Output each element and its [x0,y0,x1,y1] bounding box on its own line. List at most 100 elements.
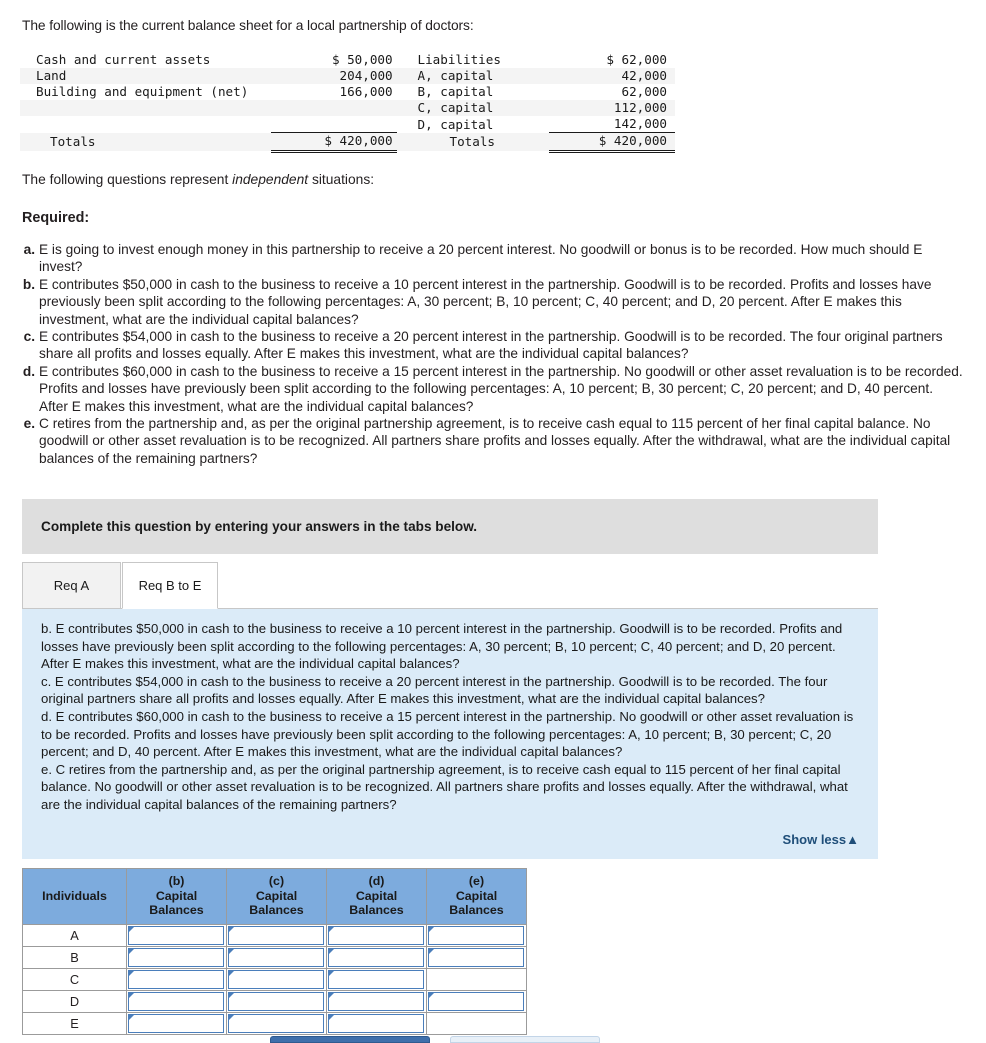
answer-input-c-b[interactable] [128,969,224,989]
required-item: a. E is going to invest enough money in … [22,241,964,276]
balance-sheet-row: Building and equipment (net) 166,000 B, … [20,84,675,100]
answer-cell-a-c[interactable] [226,923,327,947]
required-item-text: E contributes $54,000 in cash to the bus… [39,329,943,362]
bs-right-amount: 62,000 [621,84,668,100]
answer-cell-c-d[interactable] [326,967,427,991]
answer-cell-e-d[interactable] [326,1011,427,1035]
bs-left-label [20,100,271,116]
answer-input-d-b[interactable] [128,991,224,1011]
answer-cell-d-e[interactable] [426,989,527,1013]
table-row: C [22,967,527,991]
answer-cell-b-c[interactable] [226,945,327,969]
answer-cell-d-c[interactable] [226,989,327,1013]
answer-col-header-d-bot: Balances [349,903,404,918]
answer-cell-d-d[interactable] [326,989,427,1013]
bs-gap [397,133,408,151]
answer-cell-a-e[interactable] [426,923,527,947]
answer-cell-e-c[interactable] [226,1011,327,1035]
tab-req-a[interactable]: Req A [22,562,121,609]
answer-col-header-e-mid: Capital [455,888,498,903]
balance-sheet-row: D, capital 142,000 [20,116,675,133]
answer-input-d-c[interactable] [228,991,324,1011]
bs-left-label: Cash and current assets [36,52,211,67]
bs-right-amount: $ 62,000 [606,52,667,67]
answer-row-label-c: C [22,967,127,991]
answer-input-a-e[interactable] [428,925,524,945]
answer-col-header-c: (c) Capital Balances [226,868,327,925]
bs-total-left-label: Totals [50,133,96,149]
tab-bar: Req A Req B to E [22,562,878,609]
answer-input-b-d[interactable] [328,947,424,967]
answer-row-label-a: A [22,923,127,947]
answer-col-header-c-bot: Balances [249,903,304,918]
questions-lead: The following questions represent indepe… [22,172,374,187]
answer-input-c-c[interactable] [228,969,324,989]
answer-cell-b-e[interactable] [426,945,527,969]
required-item-text: E contributes $50,000 in cash to the bus… [39,276,932,327]
answer-cell-e-e-blank [426,1011,527,1035]
question-panel-paragraph-b: b. E contributes $50,000 in cash to the … [41,621,843,672]
answer-input-a-b[interactable] [128,925,224,945]
answer-col-header-e: (e) Capital Balances [426,868,527,925]
bs-right-label: D, capital [417,116,494,132]
bs-gap [397,52,408,68]
answer-col-header-d-top: (d) [368,874,385,888]
answer-input-e-b[interactable] [128,1013,224,1033]
secondary-action-button[interactable] [450,1036,600,1043]
answer-input-b-c[interactable] [228,947,324,967]
required-item-letter: e. [23,416,35,432]
bs-gap [397,84,408,100]
answer-cell-e-b[interactable] [126,1011,227,1035]
bs-right-label: B, capital [417,84,494,100]
tab-req-b-to-e[interactable]: Req B to E [122,562,218,609]
answer-row-label-e: E [22,1011,127,1035]
bs-left-amount: $ 50,000 [331,52,393,67]
table-row: B [22,945,527,969]
answer-input-d-e[interactable] [428,991,524,1011]
answer-table: Individuals (b) Capital Balances (c) Cap… [22,868,527,1035]
answer-input-c-d[interactable] [328,969,424,989]
bs-gap [397,68,408,84]
bs-total-right-label: Totals [449,133,496,149]
required-item-letter: a. [23,242,35,257]
answer-input-a-d[interactable] [328,925,424,945]
questions-lead-after: situations: [308,172,375,187]
balance-sheet-totals-row: Totals $ 420,000 Totals $ 420,000 [20,132,675,153]
balance-sheet-row: Land 204,000 A, capital 42,000 [20,68,675,85]
bs-left-label [20,116,271,133]
answer-col-header-c-top: (c) [268,874,285,888]
answer-input-b-e[interactable] [428,947,524,967]
table-row: A [22,923,527,947]
question-panel-paragraph-e: e. C retires from the partnership and, a… [41,761,848,812]
answer-input-a-c[interactable] [228,925,324,945]
answer-col-header-c-mid: Capital [255,888,298,903]
required-item-letter: d. [22,363,35,379]
answer-cell-a-d[interactable] [326,923,427,947]
show-less-link[interactable]: Show less▲ [783,831,859,849]
required-item-letter: b. [22,276,35,292]
answer-table-header-row: Individuals (b) Capital Balances (c) Cap… [22,868,527,925]
balance-sheet-table: Cash and current assets $ 50,000 Liabili… [20,52,675,153]
answer-col-header-individuals-label: Individuals [42,888,107,903]
required-item-text: C retires from the partnership and, as p… [39,416,951,466]
primary-action-button[interactable] [270,1036,430,1043]
balance-sheet: Cash and current assets $ 50,000 Liabili… [20,52,680,153]
answer-col-header-d-mid: Capital [355,888,398,903]
answer-cell-c-c[interactable] [226,967,327,991]
answer-input-d-d[interactable] [328,991,424,1011]
answer-input-b-b[interactable] [128,947,224,967]
answer-cell-d-b[interactable] [126,989,227,1013]
answer-cell-b-b[interactable] [126,945,227,969]
bs-right-amount: 142,000 [613,116,667,132]
bs-gap [397,100,408,116]
answer-input-e-d[interactable] [328,1013,424,1033]
bs-left-label: Building and equipment (net) [36,84,249,100]
bs-total-left-amount: $ 420,000 [271,132,397,153]
answer-cell-a-b[interactable] [126,923,227,947]
balance-sheet-row: Cash and current assets $ 50,000 Liabili… [20,52,675,68]
instruction-banner-text: Complete this question by entering your … [41,519,478,534]
answer-cell-c-b[interactable] [126,967,227,991]
question-panel-paragraph-d: d. E contributes $60,000 in cash to the … [41,708,854,760]
answer-cell-b-d[interactable] [326,945,427,969]
answer-input-e-c[interactable] [228,1013,324,1033]
